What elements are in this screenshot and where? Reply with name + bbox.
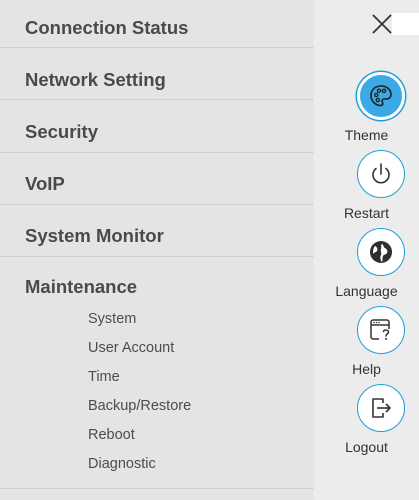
close-button[interactable] xyxy=(370,12,394,36)
menu-item-maintenance[interactable]: Maintenance xyxy=(0,257,314,489)
palette-icon xyxy=(370,85,392,107)
submenu-item-time[interactable]: Time xyxy=(88,369,120,385)
theme-label: Theme xyxy=(344,127,389,143)
menu-item-system-monitor[interactable]: System Monitor xyxy=(0,205,314,257)
navigation-menu: Connection Status Network Setting Securi… xyxy=(0,0,314,500)
power-icon xyxy=(372,163,390,184)
menu-item-label: System Monitor xyxy=(25,225,164,246)
submenu-item-backup-restore[interactable]: Backup/Restore xyxy=(88,398,191,414)
menu-item-label: Maintenance xyxy=(25,276,138,297)
menu-item-voip[interactable]: VoIP xyxy=(0,153,314,205)
menu-item-connection-status[interactable]: Connection Status xyxy=(0,0,314,48)
restart-button[interactable] xyxy=(357,150,405,198)
logout-button[interactable] xyxy=(357,384,405,432)
menu-item-label: VoIP xyxy=(25,173,65,194)
close-icon xyxy=(372,14,392,34)
submenu-item-user-account[interactable]: User Account xyxy=(88,340,174,356)
menu-item-label: Network Setting xyxy=(25,69,166,90)
language-label: Language xyxy=(335,283,398,299)
help-window-icon xyxy=(370,319,390,340)
header-tab xyxy=(392,13,419,35)
help-label: Help xyxy=(352,361,381,377)
menu-item-network-setting[interactable]: Network Setting xyxy=(0,48,314,100)
submenu-item-diagnostic[interactable]: Diagnostic xyxy=(88,456,156,472)
submenu-item-reboot[interactable]: Reboot xyxy=(88,427,135,443)
help-button[interactable] xyxy=(357,306,405,354)
menu-item-security[interactable]: Security xyxy=(0,100,314,153)
menu-item-label: Security xyxy=(25,121,99,142)
logout-label: Logout xyxy=(345,439,388,455)
language-button[interactable] xyxy=(357,228,405,276)
submenu-item-system[interactable]: System xyxy=(88,311,136,327)
logout-icon xyxy=(372,398,391,418)
restart-label: Restart xyxy=(343,205,390,221)
globe-icon xyxy=(370,241,392,263)
theme-button[interactable] xyxy=(357,72,405,120)
menu-item-label: Connection Status xyxy=(25,17,189,38)
